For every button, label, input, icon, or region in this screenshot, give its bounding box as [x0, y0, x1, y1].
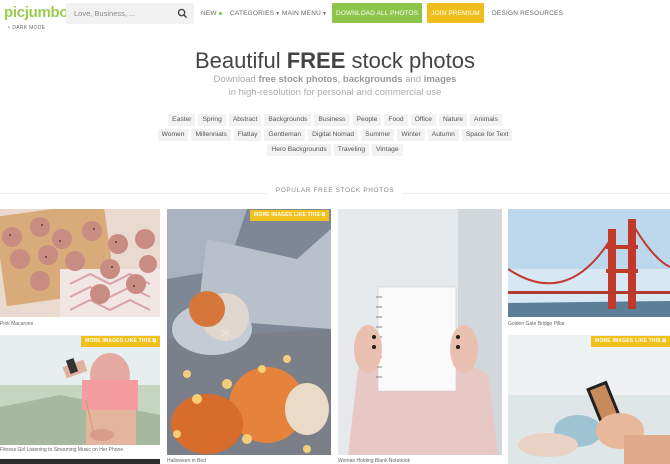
external-link-icon: ⧉: [321, 212, 326, 218]
tag-digital-nomad[interactable]: Digital Nomad: [308, 129, 359, 141]
photo-fitness[interactable]: [0, 335, 160, 445]
tag-people[interactable]: People: [352, 114, 382, 126]
tag-flatlay[interactable]: Flatlay: [233, 129, 262, 141]
more-images-button[interactable]: MORE IMAGES LIKE THIS ⧉: [250, 210, 330, 221]
more-images-button[interactable]: MORE IMAGES LIKE THIS ⧉: [81, 336, 161, 347]
tag-spring[interactable]: Spring: [198, 114, 226, 126]
external-link-icon: ⧉: [662, 338, 667, 344]
search-input[interactable]: [66, 3, 174, 24]
caption-bridge[interactable]: Golden Gate Bridge Pillar: [508, 321, 565, 327]
caption-notebook[interactable]: Woman Holding Blank Notebook: [338, 458, 410, 464]
nav-new-label: NEW: [201, 10, 217, 17]
join-premium-button[interactable]: JOIN PREMIUM: [427, 3, 484, 23]
caption-halloween[interactable]: Halloween in Bed: [167, 458, 206, 464]
tag-row-3: Hero Backgrounds Traveling Vintage: [0, 144, 670, 156]
tag-backgrounds[interactable]: Backgrounds: [264, 114, 312, 126]
hero-subtitle: Download free stock photos, backgrounds …: [213, 74, 457, 98]
nav-categories-label: CATEGORIES: [230, 10, 275, 17]
tag-vintage[interactable]: Vintage: [372, 144, 403, 156]
fitness-image: [0, 335, 160, 445]
nav-new[interactable]: NEW: [201, 10, 222, 17]
tag-women[interactable]: Women: [157, 129, 189, 141]
new-dot-icon: [218, 11, 222, 15]
tag-food[interactable]: Food: [384, 114, 408, 126]
tag-gentleman[interactable]: Gentleman: [264, 129, 306, 141]
more-images-button[interactable]: MORE IMAGES LIKE THIS ⧉: [591, 336, 670, 347]
tag-easter[interactable]: Easter: [168, 114, 196, 126]
dark-mode-label: DARK MODE: [12, 25, 46, 31]
tag-summer[interactable]: Summer: [361, 129, 395, 141]
download-all-button[interactable]: DOWNLOAD ALL PHOTOS: [332, 3, 422, 23]
photo-next-col1[interactable]: [0, 459, 160, 464]
tag-abstract[interactable]: Abstract: [228, 114, 262, 126]
tag-autumn[interactable]: Autumn: [427, 129, 459, 141]
bridge-image: [508, 209, 670, 317]
chevron-left-icon: ‹: [8, 25, 11, 31]
photo-halloween[interactable]: ✶: [167, 209, 331, 455]
tag-animals[interactable]: Animals: [470, 114, 502, 126]
tag-space-for-text[interactable]: Space for Text: [461, 129, 513, 141]
photo-macarons[interactable]: [0, 209, 160, 317]
section-title: POPULAR FREE STOCK PHOTOS: [0, 187, 670, 194]
tag-hero-backgrounds[interactable]: Hero Backgrounds: [267, 144, 331, 156]
tag-office[interactable]: Office: [410, 114, 436, 126]
nav-design-resources[interactable]: DESIGN RESOURCES: [492, 10, 563, 17]
tag-millennials[interactable]: Millennials: [191, 129, 231, 141]
svg-text:✶: ✶: [217, 322, 235, 347]
photo-notebook[interactable]: [338, 209, 502, 455]
tag-traveling[interactable]: Traveling: [333, 144, 370, 156]
phone-image: [508, 335, 670, 464]
notebook-image: [338, 209, 502, 455]
nav-main-menu[interactable]: MAIN MENU▼: [282, 10, 327, 17]
chevron-down-icon: ▼: [275, 11, 281, 17]
caption-macarons[interactable]: Pink Macarons: [0, 321, 33, 327]
tag-nature[interactable]: Nature: [438, 114, 468, 126]
hero-title: Beautiful FREE stock photos: [194, 48, 476, 73]
photo-phone[interactable]: [508, 335, 670, 464]
external-link-icon: ⧉: [152, 338, 157, 344]
tag-row-1: Easter Spring Abstract Backgrounds Busin…: [0, 114, 670, 126]
nav-main-menu-label: MAIN MENU: [282, 10, 321, 17]
tag-row-2: Women Millennials Flatlay Gentleman Digi…: [0, 129, 670, 141]
tag-business[interactable]: Business: [314, 114, 350, 126]
tag-winter[interactable]: Winter: [397, 129, 425, 141]
chevron-down-icon: ▼: [322, 11, 328, 17]
site-logo[interactable]: picjumbo: [4, 4, 69, 21]
photo-bridge[interactable]: [508, 209, 670, 317]
nav-categories[interactable]: CATEGORIES▼: [230, 10, 280, 17]
top-header: picjumbo NEW CATEGORIES▼ MAIN MENU▼ DOWN…: [0, 0, 670, 28]
caption-fitness[interactable]: Fitness Girl Listening to Streaming Musi…: [0, 447, 123, 453]
search-box[interactable]: [66, 3, 194, 24]
macarons-image: [0, 209, 160, 317]
search-icon[interactable]: [177, 8, 188, 19]
dark-mode-toggle[interactable]: ‹ DARK MODE: [8, 25, 45, 31]
halloween-image: ✶: [167, 209, 331, 455]
